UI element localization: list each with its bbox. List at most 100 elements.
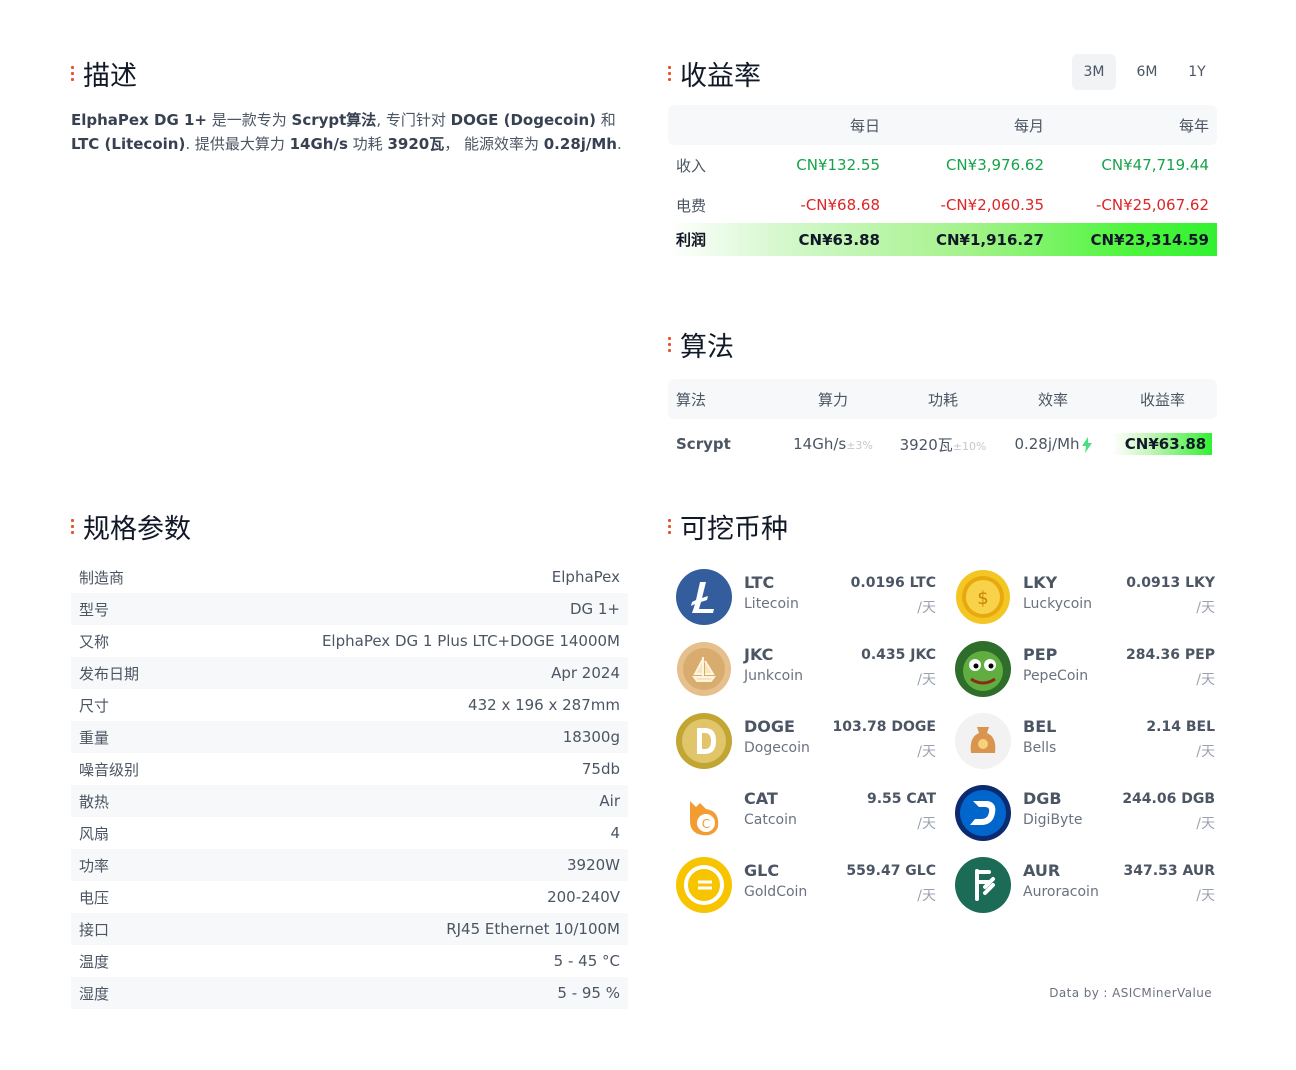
coin-symbol: JKC	[744, 645, 774, 664]
coins-title: 可挖币种	[668, 507, 788, 546]
coin-name: Bells	[1023, 740, 1057, 756]
algorithm-title: 算法	[668, 325, 734, 364]
header-yearly: 每年	[1178, 116, 1209, 135]
coin-symbol: GLC	[744, 861, 780, 880]
hashrate-cell: 14Gh/s±3%	[778, 435, 888, 453]
income-yearly: CN¥47,719.44	[1101, 156, 1209, 174]
spec-label: 制造商	[79, 568, 125, 587]
data-source-credit: Data by : ASICMinerValue	[1049, 986, 1212, 1000]
period-6m-button[interactable]: 6M	[1125, 54, 1169, 90]
coin-daily-amount: 244.06 DGB	[1122, 791, 1215, 807]
bells-icon	[955, 713, 1011, 769]
spec-label: 型号	[79, 600, 110, 619]
spec-row: 型号 DG 1+	[71, 593, 628, 625]
coin-item-doge[interactable]: DOGE Dogecoin 103.78 DOGE/天	[668, 711, 938, 771]
coins-title-text: 可挖币种	[680, 514, 788, 545]
litecoin-icon	[676, 569, 732, 625]
description-fragment: ， 能源效率为	[444, 135, 544, 153]
algorithm-table: 算法 算力 功耗 效率 收益率 Scrypt 14Gh/s±3% 3920瓦±1…	[668, 379, 1217, 469]
period-1y-button[interactable]: 1Y	[1175, 54, 1219, 90]
dogecoin-icon	[676, 713, 732, 769]
spec-value: 18300g	[562, 728, 620, 746]
description-fragment: . 提供最大算力	[185, 135, 290, 153]
coin-item-cat[interactable]: C CAT Catcoin 9.55 CAT/天	[668, 783, 938, 843]
profit-daily: CN¥63.88	[798, 230, 880, 249]
header-efficiency: 效率	[1037, 390, 1068, 409]
title-marker-icon	[668, 337, 672, 352]
description-fragment: .	[617, 135, 622, 153]
coin-per-day: /天	[1196, 672, 1215, 688]
coin-name: Catcoin	[744, 812, 797, 828]
coin-name: GoldCoin	[744, 884, 808, 900]
coin-item-jkc[interactable]: JKC Junkcoin 0.435 JKC/天	[668, 639, 938, 699]
income-monthly: CN¥3,976.62	[945, 156, 1044, 174]
description-highlight: 3920瓦	[387, 135, 445, 153]
catcoin-icon: C	[676, 785, 732, 841]
digibyte-icon	[955, 785, 1011, 841]
spec-row: 温度 5 - 45 °C	[71, 945, 628, 977]
coin-item-lky[interactable]: $ LKY Luckycoin 0.0913 LKY/天	[947, 567, 1217, 627]
description-highlight: DOGE (Dogecoin)	[450, 111, 597, 129]
spec-label: 功率	[79, 856, 110, 875]
header-hashrate: 算力	[817, 390, 848, 409]
coin-name: Auroracoin	[1023, 884, 1099, 900]
efficiency-value: 0.28j/Mh	[1014, 435, 1080, 453]
power-cell: 3920瓦±10%	[888, 434, 998, 455]
spec-row: 尺寸 432 x 196 x 287mm	[71, 689, 628, 721]
spec-value: 4	[610, 824, 620, 842]
svg-text:C: C	[702, 817, 710, 831]
profit-label: 利润	[676, 231, 707, 249]
description-highlight: ElphaPex DG 1+	[71, 111, 207, 129]
coin-item-aur[interactable]: AUR Auroracoin 347.53 AUR/天	[947, 855, 1217, 915]
spec-label: 散热	[79, 792, 110, 811]
spec-row: 电压 200-240V	[71, 881, 628, 913]
coin-item-dgb[interactable]: DGB DigiByte 244.06 DGB/天	[947, 783, 1217, 843]
description-highlight: 0.28j/Mh	[543, 135, 617, 153]
spec-label: 重量	[79, 728, 110, 747]
spec-label: 发布日期	[79, 664, 140, 683]
profitability-table-header: 每日 每月 每年	[668, 105, 1217, 145]
coin-symbol: BEL	[1023, 717, 1057, 736]
spec-row: 功率 3920W	[71, 849, 628, 881]
coin-item-pep[interactable]: PEP PepeCoin 284.36 PEP/天	[947, 639, 1217, 699]
spec-value: RJ45 Ethernet 10/100M	[446, 920, 620, 938]
spec-value: 432 x 196 x 287mm	[468, 696, 620, 714]
spec-label: 电压	[79, 888, 110, 907]
coin-item-glc[interactable]: GLC GoldCoin 559.47 GLC/天	[668, 855, 938, 915]
period-3m-button[interactable]: 3M	[1072, 54, 1116, 90]
coin-symbol: DGB	[1023, 789, 1062, 808]
revenue-cell: CN¥63.88	[1108, 433, 1217, 455]
spec-value: 5 - 45 °C	[553, 952, 620, 970]
spec-row: 散热 Air	[71, 785, 628, 817]
coin-daily-amount: 0.435 JKC	[861, 647, 936, 663]
coin-per-day: /天	[917, 816, 936, 832]
spec-label: 风扇	[79, 824, 110, 843]
spec-value: DG 1+	[569, 600, 620, 618]
coin-daily-amount: 284.36 PEP	[1126, 647, 1215, 663]
coin-name: Litecoin	[744, 596, 799, 612]
coin-daily-amount: 0.0913 LKY	[1126, 575, 1215, 591]
spec-value: Apr 2024	[551, 664, 620, 682]
coin-symbol: DOGE	[744, 717, 795, 736]
description-highlight: 14Gh/s	[289, 135, 348, 153]
specs-table: 制造商 ElphaPex 型号 DG 1+ 又称 ElphaPex DG 1 Plus L…	[71, 561, 628, 1009]
electricity-monthly: -CN¥2,060.35	[940, 196, 1044, 214]
coin-item-ltc[interactable]: LTC Litecoin 0.0196 LTC/天	[668, 567, 938, 627]
spec-row: 制造商 ElphaPex	[71, 561, 628, 593]
coin-name: Dogecoin	[744, 740, 810, 756]
profit-row: 利润 CN¥63.88 CN¥1,916.27 CN¥23,314.59	[668, 223, 1217, 256]
coin-per-day: /天	[917, 672, 936, 688]
income-row: 收入 CN¥132.55 CN¥3,976.62 CN¥47,719.44	[668, 145, 1217, 185]
coin-name: Luckycoin	[1023, 596, 1093, 612]
coin-daily-amount: 0.0196 LTC	[850, 575, 936, 591]
header-daily: 每日	[849, 116, 880, 135]
spec-row: 噪音级别 75db	[71, 753, 628, 785]
pepecoin-icon	[955, 641, 1011, 697]
algorithm-row: Scrypt 14Gh/s±3% 3920瓦±10% 0.28j/Mh CN¥6…	[668, 419, 1217, 469]
spec-row: 接口 RJ45 Ethernet 10/100M	[71, 913, 628, 945]
header-revenue: 收益率	[1139, 390, 1185, 409]
title-marker-icon	[71, 519, 75, 534]
profit-monthly: CN¥1,916.27	[935, 230, 1044, 249]
coin-item-bel[interactable]: BEL Bells 2.14 BEL/天	[947, 711, 1217, 771]
coin-per-day: /天	[917, 600, 936, 616]
